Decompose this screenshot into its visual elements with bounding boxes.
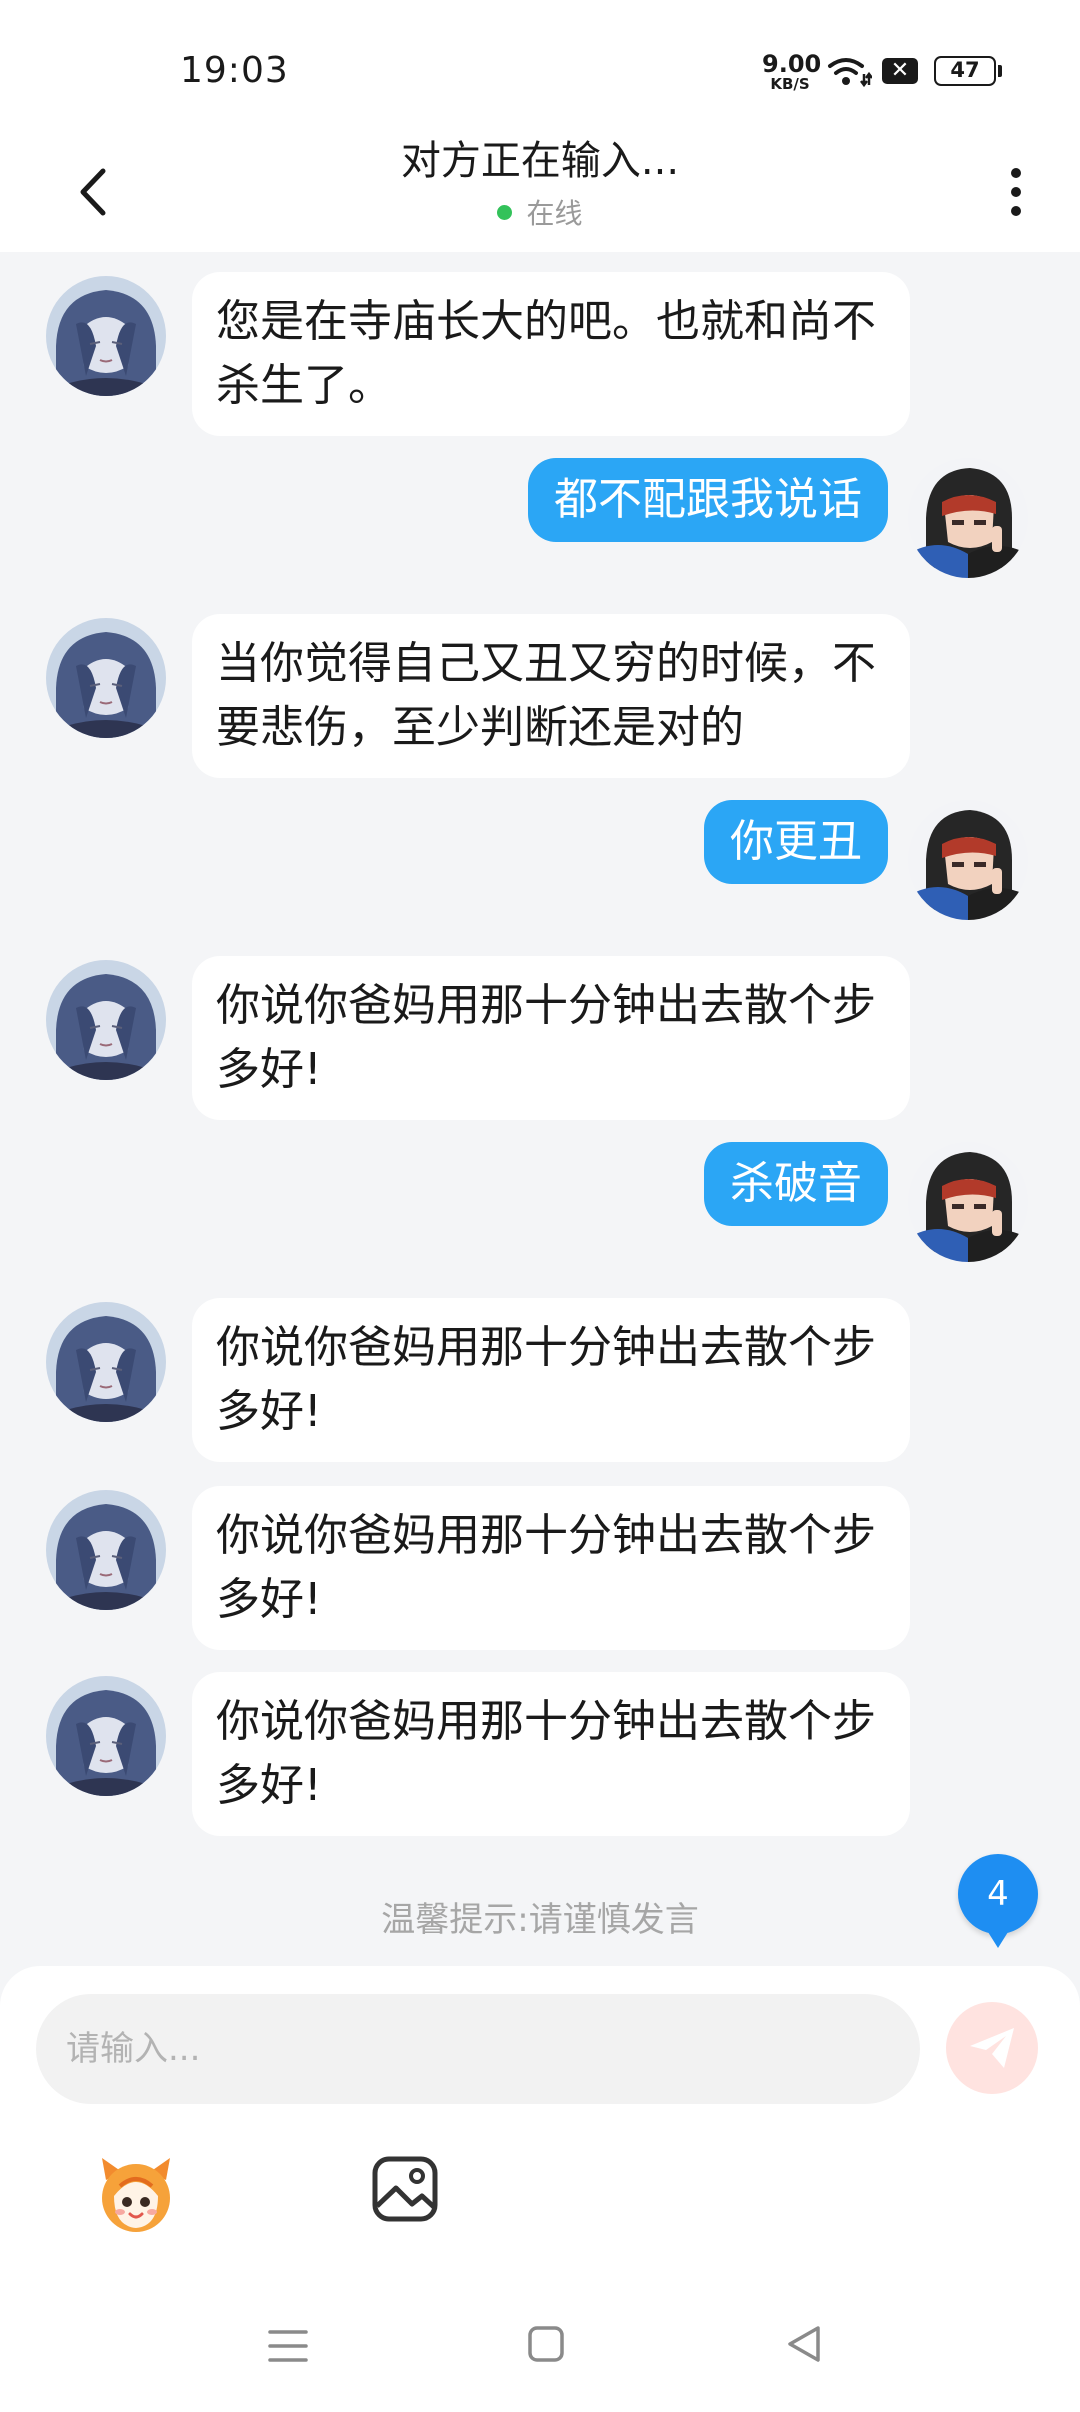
message-bubble[interactable]: 都不配跟我说话	[528, 458, 888, 542]
system-navigation-bar	[0, 2300, 1080, 2412]
status-time: 19:03	[180, 50, 289, 91]
network-speed-value: 9.00	[762, 50, 822, 78]
contact-avatar[interactable]	[46, 1490, 166, 1610]
more-icon-dot	[1011, 168, 1021, 178]
contact-avatar[interactable]	[46, 618, 166, 738]
chat-header: 对方正在输入... 在线	[0, 140, 1080, 252]
message-bubble[interactable]: 你更丑	[704, 800, 888, 884]
send-icon	[970, 2028, 1014, 2068]
message-bubble[interactable]: 你说你爸妈用那十分钟出去散个步多好!	[192, 1298, 910, 1462]
safety-notice: 温馨提示:请谨慎发言	[381, 1900, 699, 1940]
message-bubble[interactable]: 当你觉得自己又丑又穷的时候，不要悲伤，至少判断还是对的	[192, 614, 910, 778]
battery-icon: 47	[934, 56, 996, 86]
back-button[interactable]	[62, 152, 122, 232]
image-icon	[372, 2156, 438, 2222]
more-icon-dot	[1011, 206, 1021, 216]
my-avatar[interactable]	[908, 1142, 1028, 1262]
send-button[interactable]	[946, 2002, 1038, 2094]
battery-level: 47	[950, 58, 980, 82]
message-bubble[interactable]: 你说你爸妈用那十分钟出去散个步多好!	[192, 1486, 910, 1650]
no-sim-icon: ✕	[882, 58, 918, 84]
message-bubble[interactable]: 杀破音	[704, 1142, 888, 1226]
page-title: 对方正在输入...	[400, 138, 680, 184]
image-button[interactable]	[370, 2154, 440, 2224]
contact-avatar[interactable]	[46, 1676, 166, 1796]
online-status-label: 在线	[526, 197, 583, 230]
unread-count-badge[interactable]: 4	[958, 1854, 1038, 1948]
message-bubble[interactable]: 您是在寺庙长大的吧。也就和尚不杀生了。	[192, 272, 910, 436]
status-bar: 19:03 9.00 KB/S ✕ 47	[0, 0, 1080, 140]
nav-back-icon[interactable]	[782, 2322, 826, 2366]
message-bubble[interactable]: 你说你爸妈用那十分钟出去散个步多好!	[192, 1672, 910, 1836]
online-dot	[497, 204, 513, 220]
contact-avatar[interactable]	[46, 960, 166, 1080]
nav-home-icon[interactable]	[526, 2324, 566, 2364]
network-speed: 9.00 KB/S	[762, 50, 822, 93]
nav-menu-icon[interactable]	[266, 2324, 310, 2368]
more-icon-dot	[1011, 187, 1021, 197]
wifi-icon	[828, 58, 872, 88]
message-bubble[interactable]: 你说你爸妈用那十分钟出去散个步多好!	[192, 956, 910, 1120]
message-input[interactable]	[36, 1994, 920, 2104]
emoji-icon	[102, 2158, 170, 2232]
contact-avatar[interactable]	[46, 1302, 166, 1422]
my-avatar[interactable]	[908, 458, 1028, 578]
contact-avatar[interactable]	[46, 276, 166, 396]
online-status: 在线	[240, 192, 840, 232]
emoji-button[interactable]	[92, 2150, 180, 2238]
more-button[interactable]	[996, 152, 1036, 232]
back-icon	[80, 168, 106, 216]
my-avatar[interactable]	[908, 800, 1028, 920]
network-speed-unit: KB/S	[770, 75, 810, 93]
battery-cap	[998, 65, 1002, 77]
